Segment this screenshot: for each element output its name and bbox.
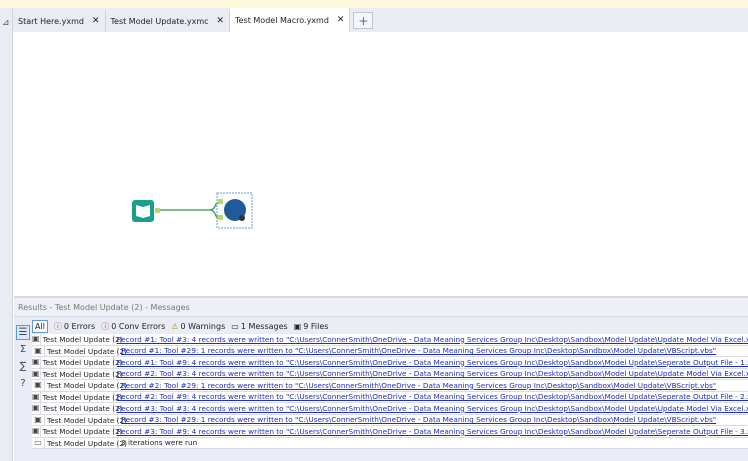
- file-icon: ▣: [32, 403, 41, 414]
- filter-label: All: [35, 322, 45, 331]
- table-row[interactable]: ▣ Test Model Update (2) Record #2: Tool #2…: [32, 380, 748, 392]
- table-row[interactable]: ▣ Test Model Update (2) Record #2: Tool #9…: [32, 391, 748, 403]
- results-title: Results - Test Model Update (2) - Messag…: [14, 298, 748, 317]
- workflow-diagram: [132, 192, 253, 229]
- message-link[interactable]: Record #2: Tool #9: 4 records were writt…: [114, 392, 748, 403]
- message-link[interactable]: Record #1: Tool #3: 4 records were writt…: [114, 334, 748, 345]
- close-icon[interactable]: ✕: [217, 16, 225, 26]
- file-icon: ▣: [293, 322, 302, 331]
- sum-view-icon[interactable]: Σ: [16, 342, 30, 357]
- file-icon: ▣: [32, 414, 45, 425]
- filter-label: 9 Files: [303, 322, 329, 331]
- add-tab-button[interactable]: +: [353, 12, 374, 29]
- table-row[interactable]: ▣ Test Model Update (2) Record #3: Tool #3…: [32, 403, 748, 415]
- close-icon[interactable]: ✕: [92, 16, 100, 26]
- tab-label: Test Model Macro.yxmd: [235, 15, 329, 25]
- filter-conv-errors[interactable]: ⓘ 0 Conv Errors: [101, 321, 165, 332]
- help-icon[interactable]: ?: [16, 376, 30, 391]
- workflow-canvas[interactable]: [14, 32, 748, 296]
- filter-label: 0 Conv Errors: [111, 322, 166, 331]
- file-icon: ▣: [32, 357, 41, 368]
- tab-label: Start Here.yxmd: [18, 16, 84, 26]
- row-source: Test Model Update (2): [42, 403, 123, 414]
- table-row[interactable]: ▣ Test Model Update (2) Record #1: Tool #3…: [32, 334, 748, 346]
- results-filter-bar: All ⓘ 0 Errors ⓘ 0 Conv Errors ⚠ 0 Warnings…: [32, 320, 328, 333]
- row-source: Test Model Update (2): [42, 334, 123, 345]
- left-dock-strip: ⊿: [0, 8, 13, 461]
- filter-all[interactable]: All: [32, 320, 48, 333]
- message-link[interactable]: Record #2: Tool #29: 1 records were writ…: [118, 380, 716, 391]
- row-source: Test Model Update (2): [42, 357, 123, 368]
- file-icon: ▣: [32, 380, 45, 391]
- file-icon: ▣: [32, 391, 41, 402]
- message-link[interactable]: Record #1: Tool #9: 4 records were writt…: [114, 357, 748, 368]
- tab-label: Test Model Update.yxmc: [110, 16, 209, 26]
- filter-label: 0 Warnings: [180, 322, 226, 331]
- row-source: Test Model Update (2): [42, 426, 123, 437]
- results-panel: ☰ Σ ∑ ? All ⓘ 0 Errors ⓘ 0 Conv Errors ⚠ 0 …: [14, 317, 748, 461]
- filter-errors[interactable]: ⓘ 0 Errors: [54, 321, 95, 332]
- tab-start-here[interactable]: Start Here.yxmd ✕: [13, 10, 106, 32]
- document-tabs: Start Here.yxmd ✕ Test Model Update.yxmc ✕…: [13, 8, 748, 32]
- results-list: ▣ Test Model Update (2) Record #1: Tool #3…: [32, 334, 748, 449]
- file-icon: ▣: [32, 345, 45, 356]
- filter-files[interactable]: ▣ 9 Files: [294, 322, 329, 331]
- row-source: Test Model Update (2): [47, 345, 127, 356]
- message-link[interactable]: Record #2: Tool #3: 4 records were writt…: [114, 369, 748, 380]
- message-link[interactable]: Record #3: Tool #9: 4 records were writt…: [114, 426, 748, 437]
- row-source: Test Model Update (2): [47, 414, 127, 425]
- filter-label: 0 Errors: [63, 322, 96, 331]
- messages-view-icon[interactable]: ☰: [16, 325, 30, 340]
- tab-test-model-update[interactable]: Test Model Update.yxmc ✕: [106, 10, 231, 32]
- filter-messages[interactable]: ▭ 1 Messages: [231, 322, 287, 331]
- table-row[interactable]: ▣ Test Model Update (2) Record #2: Tool #3…: [32, 368, 748, 380]
- file-icon: ▣: [32, 368, 41, 379]
- warning-icon: ⚠: [171, 322, 179, 331]
- message-text: 3 iterations were run: [121, 438, 198, 448]
- error-icon: ⓘ: [53, 322, 62, 331]
- row-source: Test Model Update (2): [47, 437, 127, 448]
- error-icon: ⓘ: [101, 322, 110, 331]
- row-source: Test Model Update (2): [47, 380, 127, 391]
- close-icon[interactable]: ✕: [337, 15, 345, 25]
- message-icon: ▭: [231, 322, 239, 331]
- file-icon: ▣: [32, 426, 41, 437]
- table-row[interactable]: ▣ Test Model Update (2) Record #1: Tool #2…: [32, 345, 748, 357]
- message-icon: ▭: [32, 437, 45, 448]
- connection-line: [160, 201, 223, 220]
- summary-icon[interactable]: ∑: [16, 359, 30, 374]
- message-link[interactable]: Record #1: Tool #29: 1 records were writ…: [118, 346, 716, 357]
- input-tool-icon[interactable]: [132, 200, 160, 222]
- tab-test-model-macro[interactable]: Test Model Macro.yxmd ✕: [230, 8, 351, 32]
- table-row[interactable]: ▭ Test Model Update (2) 3 iterations were …: [32, 437, 748, 449]
- pin-icon[interactable]: ⊿: [2, 18, 10, 28]
- row-source: Test Model Update (2): [42, 368, 123, 379]
- table-row[interactable]: ▣ Test Model Update (2) Record #3: Tool #2…: [32, 414, 748, 426]
- file-icon: ▣: [32, 334, 41, 345]
- message-link[interactable]: Record #3: Tool #29: 1 records were writ…: [118, 415, 716, 426]
- table-row[interactable]: ▣ Test Model Update (2) Record #3: Tool #9…: [32, 426, 748, 438]
- macro-tool-icon[interactable]: [216, 192, 253, 229]
- filter-label: 1 Messages: [240, 322, 288, 331]
- notification-band: [0, 0, 748, 8]
- message-link[interactable]: Record #3: Tool #3: 4 records were writt…: [114, 403, 748, 414]
- row-source: Test Model Update (2): [42, 391, 123, 402]
- table-row[interactable]: ▣ Test Model Update (2) Record #1: Tool #9…: [32, 357, 748, 369]
- filter-warnings[interactable]: ⚠ 0 Warnings: [171, 322, 225, 331]
